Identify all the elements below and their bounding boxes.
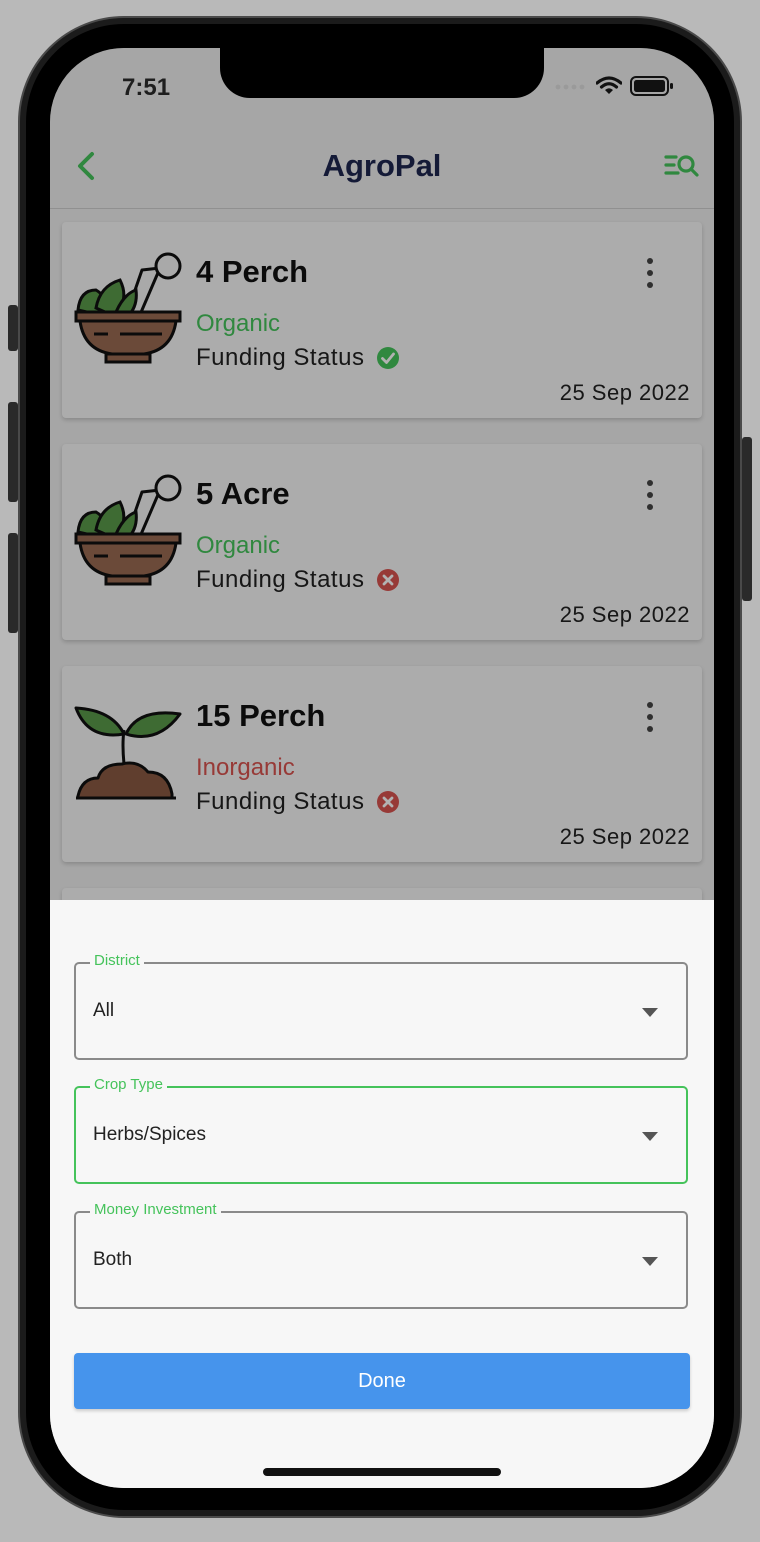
money-investment-label: Money Investment (90, 1201, 221, 1218)
crop-type-value: Herbs/Spices (93, 1124, 206, 1145)
money-investment-dropdown[interactable]: Money Investment Both (74, 1201, 688, 1309)
district-dropdown[interactable]: District All (74, 952, 688, 1060)
status-time: 7:51 (122, 74, 171, 101)
wifi-icon (596, 76, 622, 94)
district-value: All (93, 1000, 115, 1021)
crop-type-dropdown[interactable]: Crop Type Herbs/Spices (74, 1076, 688, 1184)
status-icons (554, 74, 674, 98)
home-indicator[interactable] (263, 1468, 501, 1476)
power-button (742, 437, 752, 601)
dropdown-arrow-icon (642, 1257, 658, 1266)
money-investment-value: Both (93, 1249, 133, 1270)
dropdown-arrow-icon (642, 1008, 658, 1017)
filter-bottom-sheet: District All Crop Type Herbs/Spices Mone… (50, 900, 714, 1488)
volume-down-button (8, 533, 18, 633)
district-label: District (90, 952, 144, 969)
battery-icon (630, 76, 673, 96)
mute-switch (8, 305, 18, 351)
notch (220, 48, 544, 98)
phone-screen: 7:51 AgroPal 4 Perch Organic Funding Sta… (50, 48, 714, 1488)
signal-dots-icon (555, 84, 585, 90)
dropdown-arrow-icon (642, 1132, 658, 1141)
crop-type-label: Crop Type (90, 1076, 167, 1093)
volume-up-button (8, 402, 18, 502)
modal-scrim[interactable] (50, 48, 714, 900)
done-button[interactable]: Done (74, 1353, 690, 1409)
